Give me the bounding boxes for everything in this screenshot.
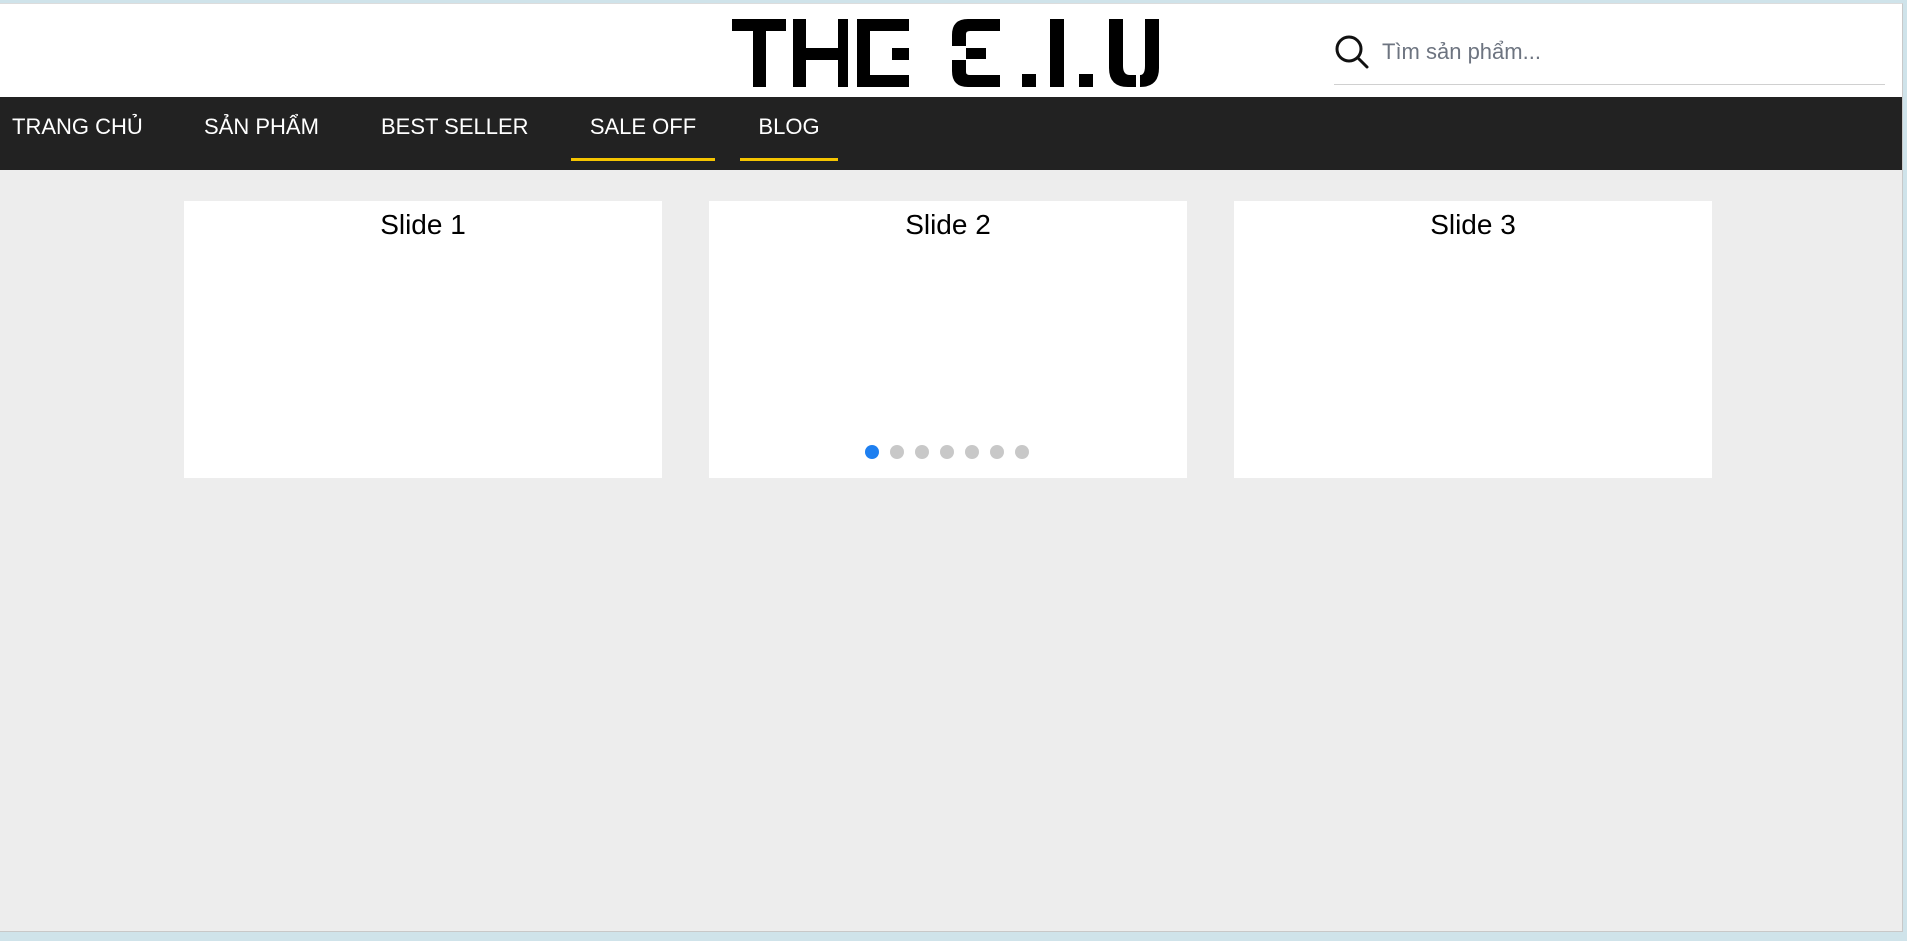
nav-item-best-seller[interactable]: BEST SELLER [381,97,529,161]
slide-label: Slide 2 [905,209,991,240]
pagination-dot[interactable] [1015,445,1029,459]
page: TRANG CHỦ SẢN PHẨM BEST SELLER SALE OFF … [0,3,1903,932]
site-logo[interactable] [732,16,1159,90]
taskbar-edge [0,933,1907,941]
site-header [0,4,1902,97]
search-bar [1334,30,1885,85]
nav-item-home[interactable]: TRANG CHỦ [12,97,143,161]
slider: Slide 1 Slide 2 Slide 3 [0,201,1902,482]
search-icon[interactable] [1334,34,1370,70]
slide-label: Slide 1 [380,209,466,240]
nav-item-products[interactable]: SẢN PHẨM [204,97,319,161]
slide[interactable]: Slide 2 [709,201,1187,478]
pagination-dot[interactable] [865,445,879,459]
pagination-dot[interactable] [990,445,1004,459]
slide[interactable]: Slide 3 [1234,201,1712,478]
main-nav: TRANG CHỦ SẢN PHẨM BEST SELLER SALE OFF … [0,97,1902,170]
slide-label: Slide 3 [1430,209,1516,240]
pagination-dot[interactable] [890,445,904,459]
pagination-dot[interactable] [965,445,979,459]
pagination-dot[interactable] [940,445,954,459]
nav-item-sale-off[interactable]: SALE OFF [571,97,715,161]
slider-pagination [865,445,1029,459]
pagination-dot[interactable] [915,445,929,459]
nav-item-blog[interactable]: BLOG [740,97,838,161]
search-input[interactable] [1382,32,1877,72]
slide[interactable]: Slide 1 [184,201,662,478]
